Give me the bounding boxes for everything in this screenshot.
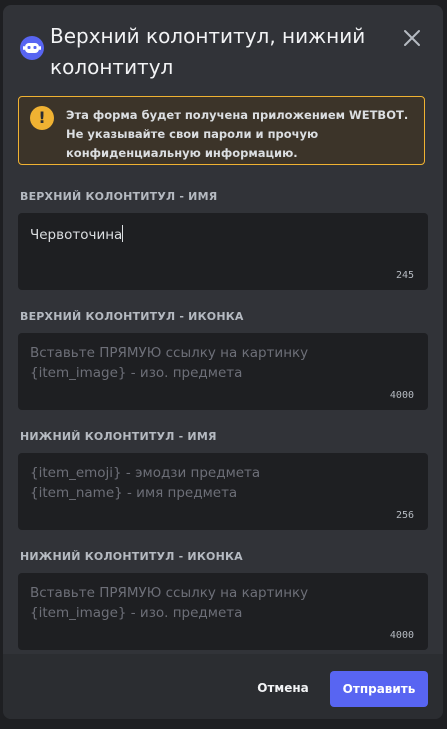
cancel-button[interactable]: Отмена	[249, 671, 317, 705]
char-counter: 256	[395, 510, 414, 521]
close-icon[interactable]	[401, 27, 423, 49]
field-label-header-name: ВЕРХНИЙ КОЛОНТИТУЛ - ИМЯ	[20, 190, 218, 203]
footer-name-input[interactable]: {item_emoji} - эмодзи предмета {item_name…	[18, 453, 428, 530]
header-icon-placeholder: Вставьте ПРЯМУЮ ссылку на картинку {item_…	[30, 345, 309, 381]
submit-button[interactable]: Отправить	[330, 671, 428, 707]
header-icon-input[interactable]: Вставьте ПРЯМУЮ ссылку на картинку {item_…	[18, 333, 428, 410]
header-name-input[interactable]: Червоточина 245	[18, 213, 428, 290]
header-name-value: Червоточина	[30, 225, 124, 243]
modal-header: Верхний колонтитул, нижний колонтитул	[3, 5, 443, 89]
privacy-notice: ! Эта форма будет получена приложением W…	[18, 96, 425, 165]
warning-icon: !	[30, 106, 54, 130]
footer-icon-placeholder: Вставьте ПРЯМУЮ ссылку на картинку {item_…	[30, 585, 309, 621]
modal-dialog: Верхний колонтитул, нижний колонтитул ! …	[3, 5, 443, 719]
field-label-header-icon: ВЕРХНИЙ КОЛОНТИТУЛ - ИКОНКА	[20, 310, 244, 323]
char-counter: 4000	[389, 630, 414, 641]
field-label-footer-name: НИЖНИЙ КОЛОНТИТУЛ - ИМЯ	[20, 430, 217, 443]
notice-text-before: Эта форма будет получена приложением	[66, 108, 350, 122]
modal-footer: Отмена Отправить	[3, 654, 443, 719]
modal-body[interactable]: ! Эта форма будет получена приложением W…	[3, 89, 443, 654]
bot-avatar-icon	[20, 36, 44, 60]
char-counter: 4000	[389, 390, 414, 401]
backdrop	[0, 719, 447, 729]
notice-app-name: WETBOT	[349, 108, 404, 122]
modal-title: Верхний колонтитул, нижний колонтитул	[50, 24, 366, 79]
footer-icon-input[interactable]: Вставьте ПРЯМУЮ ссылку на картинку {item_…	[18, 573, 428, 650]
notice-text: Эта форма будет получена приложением WET…	[66, 106, 416, 163]
field-label-footer-icon: НИЖНИЙ КОЛОНТИТУЛ - ИКОНКА	[20, 550, 243, 563]
char-counter: 245	[395, 270, 414, 281]
text-caret	[122, 225, 124, 242]
footer-name-placeholder: {item_emoji} - эмодзи предмета {item_name…	[30, 465, 261, 501]
